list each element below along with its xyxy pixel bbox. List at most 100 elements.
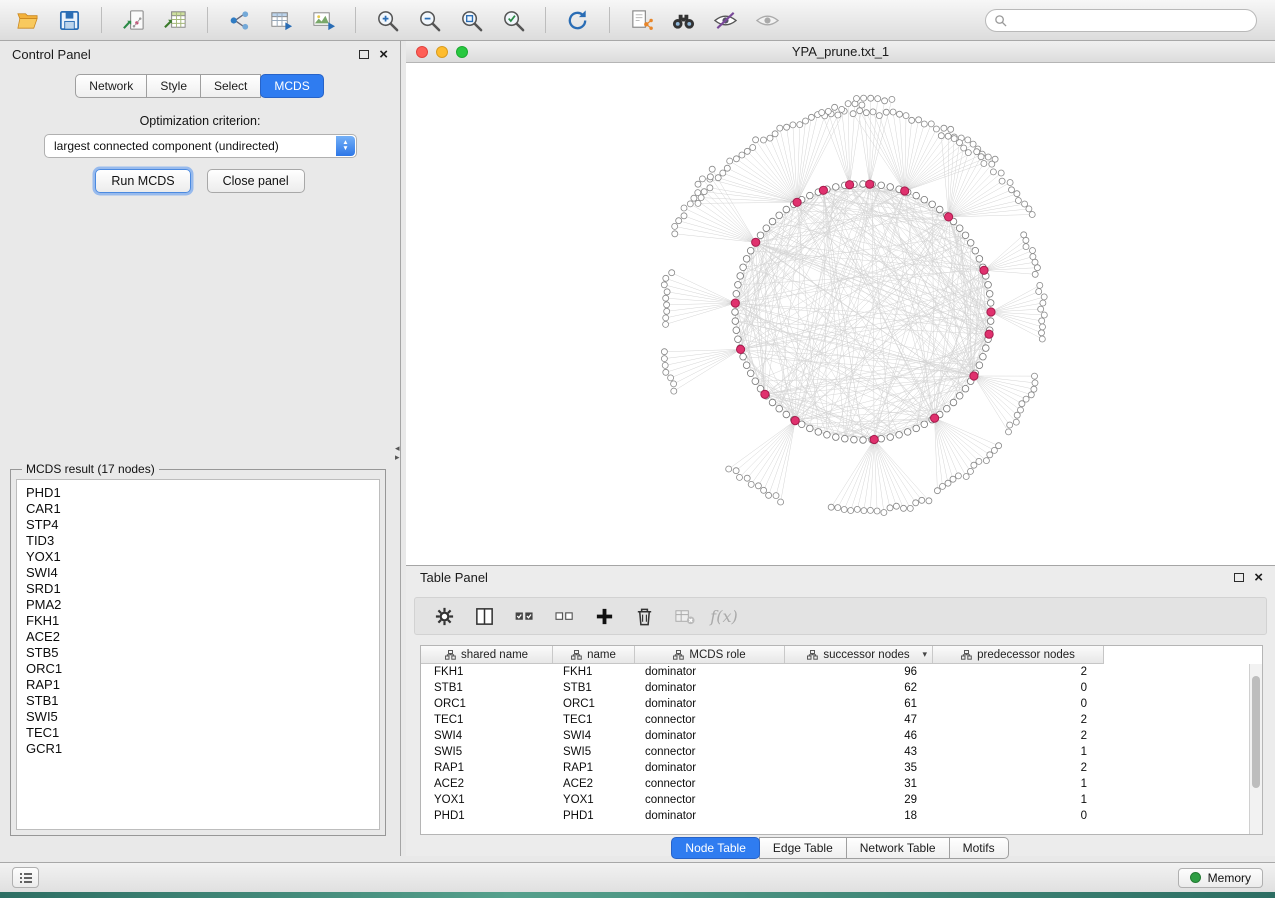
table-cell: ORC1 xyxy=(421,698,553,710)
hide-selected-button[interactable] xyxy=(708,4,743,36)
expand-right-icon[interactable]: ▸ xyxy=(395,453,400,461)
table-row[interactable]: ORC1ORC1dominator610 xyxy=(421,696,1262,712)
table-cell: dominator xyxy=(635,810,785,822)
mcds-result-item[interactable]: GCR1 xyxy=(26,741,379,757)
save-button[interactable] xyxy=(52,4,87,36)
mcds-result-item[interactable]: ORC1 xyxy=(26,661,379,677)
table-row[interactable]: FKH1FKH1dominator962 xyxy=(421,664,1262,680)
tab-motifs[interactable]: Motifs xyxy=(949,837,1009,859)
control-panel: Control Panel × NetworkStyleSelectMCDS O… xyxy=(0,41,401,856)
open-folder-button[interactable] xyxy=(10,4,45,36)
zoom-out-button[interactable] xyxy=(412,4,447,36)
mcds-result-item[interactable]: STP4 xyxy=(26,517,379,533)
float-table-panel-icon[interactable] xyxy=(1234,573,1244,582)
tab-select[interactable]: Select xyxy=(200,74,261,98)
table-row[interactable]: SWI4SWI4dominator462 xyxy=(421,728,1262,744)
copy-style-button[interactable] xyxy=(624,4,659,36)
mcds-result-item[interactable]: FKH1 xyxy=(26,613,379,629)
network-canvas[interactable] xyxy=(406,63,1275,565)
table-row[interactable]: ACE2ACE2connector311 xyxy=(421,776,1262,792)
optimization-criterion-select[interactable]: largest connected component (undirected)… xyxy=(44,134,357,158)
close-control-panel-icon[interactable]: × xyxy=(379,47,388,62)
mcds-result-item[interactable]: SRD1 xyxy=(26,581,379,597)
scrollbar-thumb[interactable] xyxy=(1252,676,1260,788)
find-button[interactable] xyxy=(666,4,701,36)
add-button[interactable] xyxy=(589,601,619,631)
deselect-all-icon xyxy=(554,606,575,627)
tab-network-table[interactable]: Network Table xyxy=(846,837,950,859)
tab-style[interactable]: Style xyxy=(146,74,201,98)
table-row[interactable]: TEC1TEC1connector472 xyxy=(421,712,1262,728)
table-cell: 18 xyxy=(785,810,933,822)
column-header-mcds-role[interactable]: MCDS role xyxy=(635,646,785,663)
column-header-name[interactable]: name xyxy=(553,646,635,663)
refresh-button[interactable] xyxy=(560,4,595,36)
export-table-button[interactable] xyxy=(264,4,299,36)
apply-function-button[interactable]: f(x) xyxy=(709,601,739,631)
toolbar-separator xyxy=(355,7,356,33)
mcds-result-item[interactable]: RAP1 xyxy=(26,677,379,693)
table-cell: YOX1 xyxy=(553,794,635,806)
mcds-result-item[interactable]: SWI4 xyxy=(26,565,379,581)
export-network-button[interactable] xyxy=(222,4,257,36)
network-canvas-svg[interactable] xyxy=(406,63,1275,565)
panel-splitter-handle[interactable]: ◂▸ xyxy=(395,444,400,461)
show-all-button[interactable] xyxy=(750,4,785,36)
import-network-button[interactable] xyxy=(116,4,151,36)
table-cell: 0 xyxy=(933,698,1103,710)
zoom-selected-button[interactable] xyxy=(496,4,531,36)
mcds-result-item[interactable]: CAR1 xyxy=(26,501,379,517)
trash-button[interactable] xyxy=(629,601,659,631)
columns-button[interactable] xyxy=(469,601,499,631)
column-header-shared-name[interactable]: shared name xyxy=(421,646,553,663)
mcds-result-item[interactable]: TID3 xyxy=(26,533,379,549)
tab-edge-table[interactable]: Edge Table xyxy=(759,837,847,859)
tab-node-table[interactable]: Node Table xyxy=(671,837,760,859)
close-panel-button[interactable]: Close panel xyxy=(207,169,305,193)
mcds-result-item[interactable]: SWI5 xyxy=(26,709,379,725)
table-row[interactable]: PHD1PHD1dominator180 xyxy=(421,808,1262,824)
table-cell: PHD1 xyxy=(553,810,635,822)
close-table-panel-icon[interactable]: × xyxy=(1254,570,1263,585)
table-scrollbar[interactable] xyxy=(1249,664,1262,834)
table-row[interactable]: RAP1RAP1dominator352 xyxy=(421,760,1262,776)
search-input[interactable] xyxy=(1013,13,1248,27)
save-icon xyxy=(57,8,82,33)
table-row[interactable]: STB1STB1dominator620 xyxy=(421,680,1262,696)
panel-menu-button[interactable] xyxy=(12,867,39,888)
column-header-predecessor-nodes[interactable]: predecessor nodes xyxy=(933,646,1103,663)
mcds-result-item[interactable]: PMA2 xyxy=(26,597,379,613)
zoom-in-button[interactable] xyxy=(370,4,405,36)
sort-menu-icon[interactable]: ▾ xyxy=(922,649,927,660)
table-cell: 0 xyxy=(933,810,1103,822)
table-cell: RAP1 xyxy=(421,762,553,774)
mcds-result-list[interactable]: PHD1CAR1STP4TID3YOX1SWI4SRD1PMA2FKH1ACE2… xyxy=(16,479,380,830)
select-all-button[interactable] xyxy=(509,601,539,631)
gear-button[interactable] xyxy=(429,601,459,631)
deselect-all-button[interactable] xyxy=(549,601,579,631)
mcds-result-item[interactable]: TEC1 xyxy=(26,725,379,741)
mcds-result-item[interactable]: YOX1 xyxy=(26,549,379,565)
mcds-result-item[interactable]: STB5 xyxy=(26,645,379,661)
tab-mcds[interactable]: MCDS xyxy=(260,74,323,98)
find-icon xyxy=(671,8,696,33)
column-header-successor-nodes[interactable]: successor nodes▾ xyxy=(785,646,933,663)
table-row[interactable]: SWI5SWI5connector431 xyxy=(421,744,1262,760)
collapse-left-icon[interactable]: ◂ xyxy=(395,444,400,452)
mcds-result-item[interactable]: STB1 xyxy=(26,693,379,709)
mcds-result-item[interactable]: PHD1 xyxy=(26,485,379,501)
network-window-titlebar[interactable]: YPA_prune.txt_1 xyxy=(406,41,1275,63)
zoom-fit-button[interactable] xyxy=(454,4,489,36)
export-image-button[interactable] xyxy=(306,4,341,36)
memory-button[interactable]: Memory xyxy=(1178,868,1263,888)
select-all-icon xyxy=(514,606,535,627)
table-cell: RAP1 xyxy=(553,762,635,774)
float-panel-icon[interactable] xyxy=(359,50,369,59)
tab-network[interactable]: Network xyxy=(75,74,147,98)
delete-table-button[interactable] xyxy=(669,601,699,631)
table-row[interactable]: YOX1YOX1connector291 xyxy=(421,792,1262,808)
run-mcds-button[interactable]: Run MCDS xyxy=(95,169,190,193)
search-box[interactable] xyxy=(985,9,1257,32)
import-table-button[interactable] xyxy=(158,4,193,36)
mcds-result-item[interactable]: ACE2 xyxy=(26,629,379,645)
